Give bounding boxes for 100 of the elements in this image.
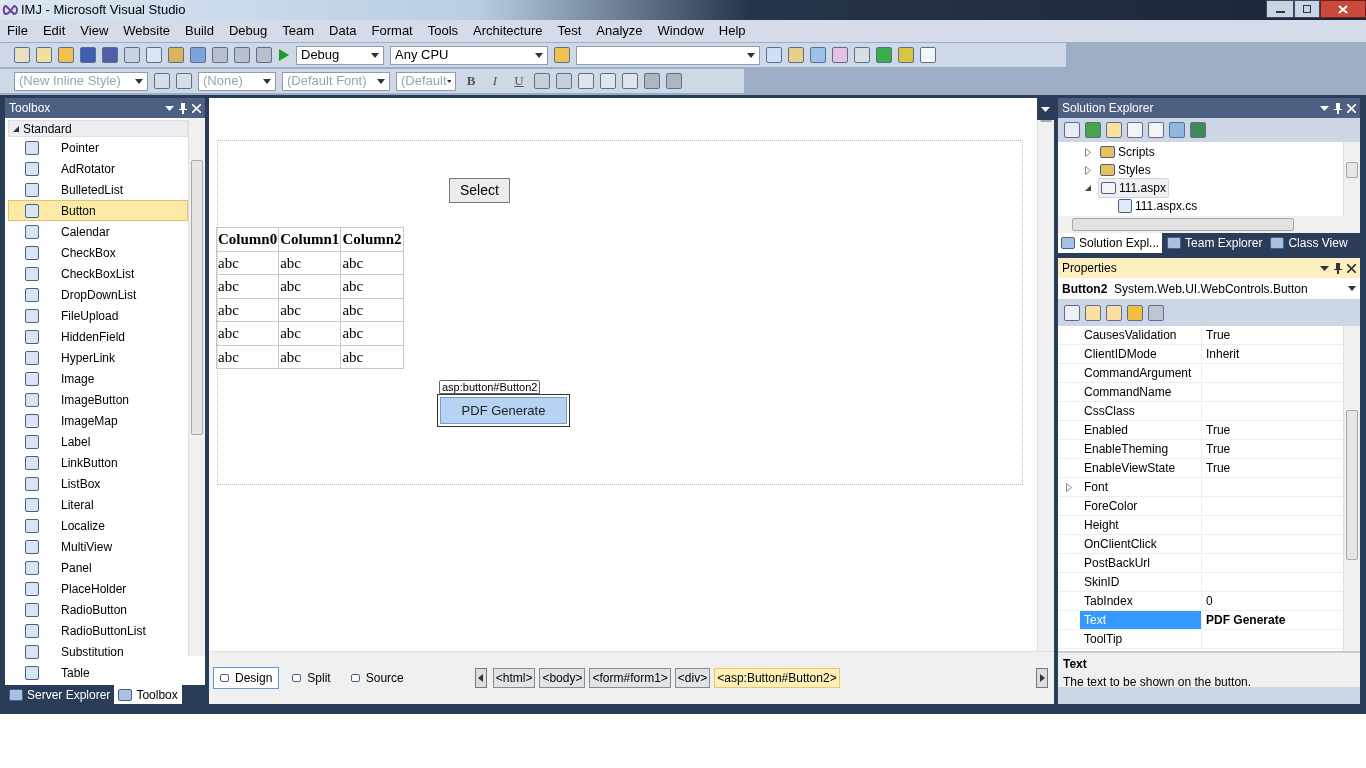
- property-row[interactable]: Height: [1058, 516, 1343, 535]
- menu-item[interactable]: Edit: [42, 21, 66, 41]
- restore-button[interactable]: [1294, 0, 1320, 18]
- vertical-scrollbar[interactable]: [1343, 142, 1360, 216]
- menu-item[interactable]: Window: [657, 21, 704, 41]
- configuration-dropdown[interactable]: Debug: [296, 45, 384, 65]
- start-debugging-icon[interactable]: [278, 48, 290, 62]
- scroll-right-button[interactable]: [1036, 668, 1048, 688]
- tree-item[interactable]: Styles: [1098, 161, 1153, 179]
- control-list-item[interactable]: RadioButton: [8, 599, 188, 620]
- control-list-item[interactable]: Image: [8, 368, 188, 389]
- property-row[interactable]: CausesValidation True: [1058, 326, 1343, 345]
- control-list-item[interactable]: Calendar: [8, 221, 188, 242]
- window-tab[interactable]: Class View: [1267, 233, 1351, 253]
- control-list-item[interactable]: Literal: [8, 494, 188, 515]
- property-row[interactable]: SkinID: [1058, 573, 1343, 592]
- control-list-item[interactable]: DropDownList: [8, 284, 188, 305]
- view-tab[interactable]: Design: [213, 667, 280, 689]
- control-list-item[interactable]: AdRotator: [8, 158, 188, 179]
- close-button[interactable]: [1320, 0, 1366, 18]
- tree-item[interactable]: 111.aspx.cs: [1118, 197, 1343, 215]
- property-row[interactable]: ToolTip: [1058, 630, 1343, 649]
- control-list-item[interactable]: HyperLink: [8, 347, 188, 368]
- control-list-item[interactable]: Pointer: [8, 137, 188, 158]
- menu-item[interactable]: Analyze: [596, 21, 643, 41]
- control-list-item[interactable]: CheckBox: [8, 242, 188, 263]
- dropdown-arrow-icon[interactable]: [263, 78, 271, 84]
- property-row[interactable]: CommandArgument: [1058, 364, 1343, 383]
- dropdown-icon[interactable]: [165, 105, 174, 111]
- menu-item[interactable]: Build: [185, 21, 214, 41]
- property-row[interactable]: Enabled True: [1058, 421, 1343, 440]
- control-list-item[interactable]: ImageButton: [8, 389, 188, 410]
- control-list-item[interactable]: CheckBoxList: [8, 263, 188, 284]
- control-list-item[interactable]: PlaceHolder: [8, 578, 188, 599]
- select-button[interactable]: Select: [449, 178, 510, 203]
- dropdown-arrow-icon[interactable]: [446, 78, 451, 84]
- dropdown-arrow-icon[interactable]: [747, 52, 755, 58]
- control-list-item[interactable]: MultiView: [8, 536, 188, 557]
- property-row[interactable]: CommandName: [1058, 383, 1343, 402]
- window-tab[interactable]: Solution Expl...: [1058, 233, 1163, 253]
- property-row[interactable]: OnClientClick: [1058, 535, 1343, 554]
- dropdown-arrow-icon[interactable]: [377, 78, 385, 84]
- control-list-item[interactable]: LinkButton: [8, 452, 188, 473]
- collapsed-arrow-icon[interactable]: [1085, 147, 1091, 157]
- menu-item[interactable]: View: [80, 21, 109, 41]
- tag-breadcrumb[interactable]: <html>: [492, 668, 536, 688]
- control-list-item[interactable]: ListBox: [8, 473, 188, 494]
- menu-item[interactable]: Debug: [228, 21, 268, 41]
- property-row[interactable]: EnableTheming True: [1058, 440, 1343, 459]
- view-tab[interactable]: Source: [343, 667, 411, 689]
- pin-icon[interactable]: [179, 102, 187, 114]
- control-list-item[interactable]: Panel: [8, 557, 188, 578]
- dropdown-arrow-icon[interactable]: [535, 52, 543, 58]
- control-list-item[interactable]: Substitution: [8, 641, 188, 662]
- menu-item[interactable]: Format: [371, 21, 413, 41]
- property-row[interactable]: ForeColor: [1058, 497, 1343, 516]
- menu-item[interactable]: Architecture: [473, 21, 543, 41]
- menu-item[interactable]: Team: [282, 21, 315, 41]
- toolbox-group-header[interactable]: Standard: [8, 120, 188, 137]
- control-list-item[interactable]: Label: [8, 431, 188, 452]
- find-field[interactable]: [576, 45, 760, 65]
- control-list-item[interactable]: Localize: [8, 515, 188, 536]
- tag-breadcrumb[interactable]: <div>: [674, 668, 711, 688]
- dropdown-icon[interactable]: [1320, 105, 1329, 111]
- control-list-item[interactable]: ImageMap: [8, 410, 188, 431]
- view-tab[interactable]: Split: [285, 667, 338, 689]
- format-button[interactable]: U: [510, 71, 528, 91]
- object-selector[interactable]: Button2 System.Web.UI.WebControls.Button: [1058, 278, 1360, 300]
- minimize-button[interactable]: [1266, 0, 1294, 18]
- menu-item[interactable]: Test: [557, 21, 582, 41]
- menu-item[interactable]: Help: [718, 21, 746, 41]
- menu-item[interactable]: Website: [123, 21, 171, 41]
- format-button[interactable]: I: [486, 71, 504, 91]
- property-row[interactable]: Font: [1058, 478, 1343, 497]
- format-button[interactable]: B: [462, 71, 480, 91]
- dropdown-icon[interactable]: [1320, 265, 1329, 271]
- dropdown-arrow-icon[interactable]: [135, 78, 143, 84]
- property-row[interactable]: CssClass: [1058, 402, 1343, 421]
- horizontal-scrollbar[interactable]: [1058, 216, 1360, 233]
- expanded-arrow-icon[interactable]: [13, 125, 19, 132]
- vertical-scrollbar[interactable]: [188, 118, 205, 656]
- pin-icon[interactable]: [1334, 102, 1342, 114]
- vertical-scrollbar[interactable]: [1037, 120, 1054, 651]
- window-tab[interactable]: Team Explorer: [1164, 233, 1266, 253]
- pin-icon[interactable]: [1334, 262, 1342, 274]
- expanded-arrow-icon[interactable]: [1085, 185, 1091, 191]
- control-list-item[interactable]: HiddenField: [8, 326, 188, 347]
- menu-item[interactable]: File: [7, 21, 28, 41]
- control-list-item[interactable]: Button: [8, 200, 188, 221]
- scroll-left-button[interactable]: [474, 668, 487, 688]
- tag-breadcrumb[interactable]: <body>: [539, 668, 586, 688]
- control-list-item[interactable]: FileUpload: [8, 305, 188, 326]
- tag-breadcrumb[interactable]: <form#form1>: [589, 668, 671, 688]
- property-row[interactable]: Text PDF Generate: [1058, 611, 1343, 630]
- tree-item[interactable]: Scripts: [1098, 143, 1157, 161]
- vertical-scrollbar[interactable]: [1343, 326, 1360, 651]
- control-list-item[interactable]: Table: [8, 662, 188, 683]
- control-list-item[interactable]: BulletedList: [8, 179, 188, 200]
- property-row[interactable]: ClientIDMode Inherit: [1058, 345, 1343, 364]
- menu-item[interactable]: Data: [329, 21, 357, 41]
